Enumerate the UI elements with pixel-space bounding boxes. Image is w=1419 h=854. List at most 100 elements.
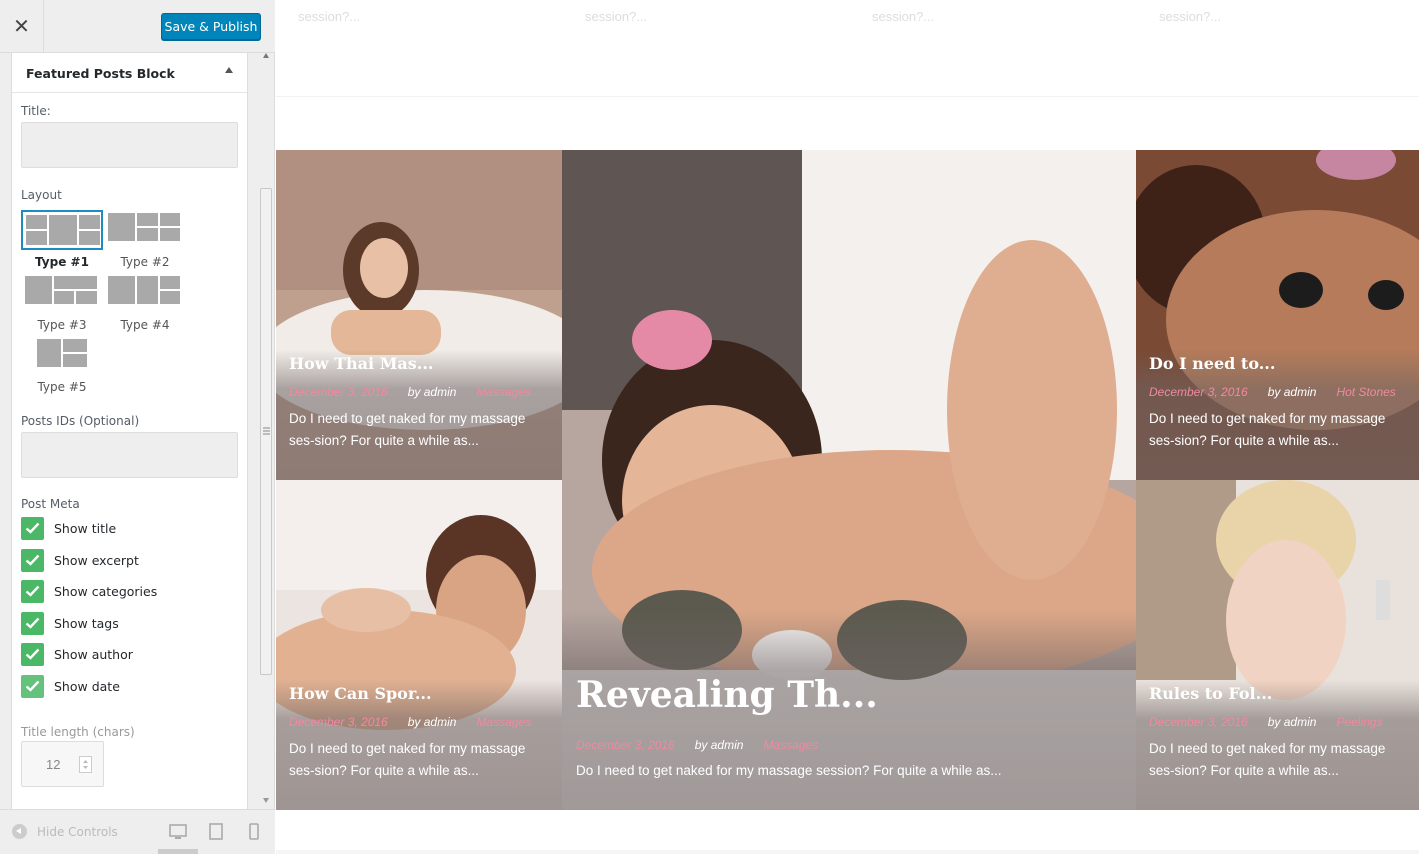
customizer-header: ✕ Save & Publish (0, 0, 275, 53)
post-title[interactable]: Do I need to... (1149, 354, 1275, 373)
save-publish-button[interactable]: Save & Publish (161, 13, 261, 40)
post-excerpt: Do I need to get naked for my massage se… (1149, 411, 1386, 448)
post-author[interactable]: by admin (408, 715, 457, 729)
post-author[interactable]: by admin (1268, 385, 1317, 399)
post-excerpt: Do I need to get naked for my massage se… (289, 741, 526, 778)
prev-excerpt-fragment: session?... (1159, 9, 1222, 24)
sidebar-scrollbar[interactable] (259, 53, 273, 809)
checkmark-icon[interactable] (21, 548, 44, 572)
tablet-preview-icon[interactable] (207, 822, 227, 844)
show-categories-label: Show categories (54, 583, 158, 599)
layout-option-type-4[interactable]: Type #4 (104, 273, 186, 332)
scroll-down-arrow-icon[interactable] (263, 798, 269, 803)
show-author-label: Show author (54, 646, 133, 662)
layout-type-3-thumbnail (25, 276, 97, 304)
layout-type-5-thumbnail (37, 339, 87, 367)
post-meta: December 3, 2016 by admin Massages (289, 385, 531, 399)
layout-option-type-5[interactable]: Type #5 (21, 336, 103, 394)
stepper-arrows-icon[interactable] (79, 756, 92, 773)
prev-excerpt-fragment: session?... (585, 9, 648, 24)
post-author[interactable]: by admin (695, 738, 744, 752)
next-section-edge (276, 850, 1419, 854)
title-label: Title: (21, 104, 51, 118)
title-length-label: Title length (chars) (21, 725, 135, 739)
layout-option-type-3[interactable]: Type #3 (21, 273, 103, 332)
post-excerpt: Do I need to get naked for my massage se… (576, 763, 1002, 778)
post-card-how-can-sports[interactable]: How Can Spor... December 3, 2016 by admin… (276, 480, 562, 810)
layout-type-2-label: Type #2 (120, 255, 170, 269)
post-category[interactable]: Massages (476, 715, 531, 729)
layout-option-type-1[interactable]: Type #1 (21, 210, 103, 269)
layout-option-type-2[interactable]: Type #2 (104, 210, 186, 269)
post-date[interactable]: December 3, 2016 (576, 738, 675, 752)
mobile-preview-icon[interactable] (247, 822, 267, 844)
show-excerpt-label: Show excerpt (54, 552, 139, 568)
show-tags-checkbox[interactable]: Show tags (21, 611, 119, 635)
post-category[interactable]: Hot Stones (1336, 385, 1395, 399)
post-meta: December 3, 2016 by admin Massages (289, 715, 531, 729)
prev-excerpt-fragment: session?... (298, 9, 361, 24)
layout-label: Layout (21, 188, 62, 202)
post-date[interactable]: December 3, 2016 (289, 715, 388, 729)
post-title[interactable]: Rules to Fol... (1149, 684, 1272, 703)
hide-controls-label: Hide Controls (37, 824, 118, 839)
title-input[interactable] (21, 122, 238, 168)
layout-type-5-label: Type #5 (37, 380, 87, 394)
show-title-label: Show title (54, 520, 117, 536)
post-ids-label: Posts IDs (Optional) (21, 414, 140, 428)
post-title[interactable]: Revealing Th... (576, 674, 878, 716)
scrollbar-thumb[interactable] (260, 188, 272, 675)
layout-type-4-label: Type #4 (120, 318, 170, 332)
post-card-how-thai-massage[interactable]: How Thai Mas... December 3, 2016 by admin… (276, 150, 562, 480)
checkmark-icon[interactable] (21, 674, 44, 698)
show-author-checkbox[interactable]: Show author (21, 642, 133, 666)
post-meta-label: Post Meta (21, 497, 80, 511)
post-title[interactable]: How Thai Mas... (289, 354, 433, 373)
title-length-stepper[interactable]: 12 (21, 741, 104, 787)
post-card-do-i-need-to[interactable]: Do I need to... December 3, 2016 by admin… (1136, 150, 1419, 480)
widget-header[interactable]: Featured Posts Block (12, 53, 247, 93)
show-tags-label: Show tags (54, 615, 119, 631)
checkmark-icon[interactable] (21, 516, 44, 540)
post-date[interactable]: December 3, 2016 (289, 385, 388, 399)
checkmark-icon[interactable] (21, 611, 44, 635)
show-categories-checkbox[interactable]: Show categories (21, 579, 158, 603)
show-date-label: Show date (54, 678, 120, 694)
collapse-sidebar-icon (12, 824, 27, 839)
desktop-preview-icon[interactable] (168, 822, 188, 844)
show-excerpt-checkbox[interactable]: Show excerpt (21, 548, 139, 572)
layout-type-1-label: Type #1 (35, 255, 89, 269)
layout-type-4-thumbnail (108, 276, 180, 304)
post-ids-input[interactable] (21, 432, 238, 478)
scroll-up-arrow-icon[interactable] (263, 53, 269, 58)
checkmark-icon[interactable] (21, 579, 44, 603)
hide-controls-button[interactable]: Hide Controls (12, 824, 118, 839)
layout-type-2-thumbnail (108, 213, 180, 241)
collapse-arrow-icon[interactable] (225, 67, 233, 73)
post-date[interactable]: December 3, 2016 (1149, 715, 1248, 729)
post-meta: December 3, 2016 by admin Massages (576, 738, 818, 752)
post-date[interactable]: December 3, 2016 (1149, 385, 1248, 399)
post-author[interactable]: by admin (1268, 715, 1317, 729)
customizer-sidebar: ✕ Save & Publish Featured Posts Block Ti… (0, 0, 275, 854)
post-author[interactable]: by admin (408, 385, 457, 399)
post-excerpt: Do I need to get naked for my massage se… (1149, 741, 1386, 778)
widget-panel: Featured Posts Block Title: Layout Type … (11, 53, 248, 809)
post-meta: December 3, 2016 by admin Peelings (1149, 715, 1382, 729)
post-card-revealing[interactable]: Revealing Th... December 3, 2016 by admin… (562, 150, 1136, 810)
customizer-footer: Hide Controls (0, 809, 275, 854)
post-category[interactable]: Massages (763, 738, 818, 752)
post-category[interactable]: Peelings (1336, 715, 1382, 729)
layout-type-1-thumbnail (21, 210, 103, 250)
section-divider (276, 96, 1419, 97)
post-category[interactable]: Massages (476, 385, 531, 399)
checkmark-icon[interactable] (21, 642, 44, 666)
close-icon[interactable]: ✕ (0, 0, 44, 53)
post-title[interactable]: How Can Spor... (289, 684, 432, 703)
show-title-checkbox[interactable]: Show title (21, 516, 117, 540)
post-card-rules-to-follow[interactable]: Rules to Fol... December 3, 2016 by admin… (1136, 480, 1419, 810)
show-date-checkbox[interactable]: Show date (21, 674, 120, 698)
title-length-value: 12 (46, 757, 61, 772)
layout-type-3-label: Type #3 (37, 318, 87, 332)
site-preview: session?... session?... session?... sess… (276, 0, 1419, 854)
